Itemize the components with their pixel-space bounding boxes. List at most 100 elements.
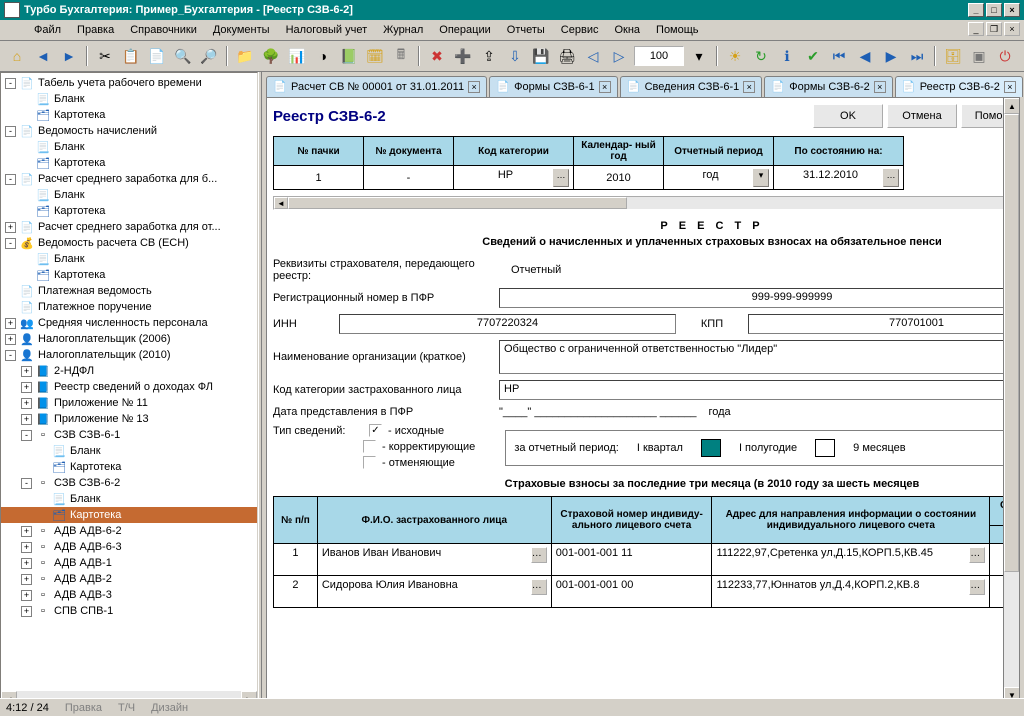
tree-item[interactable]: +▫АДВ АДВ-1 <box>1 555 257 571</box>
zoom-combo[interactable] <box>634 46 684 66</box>
tree-item[interactable]: 📄Платежная ведомость <box>1 283 257 299</box>
pv-docno[interactable]: - <box>364 166 454 190</box>
copy-icon[interactable]: 📋 <box>120 45 142 67</box>
menu-docs[interactable]: Документы <box>205 22 278 38</box>
cell-fio[interactable]: Сидорова Юлия Ивановна… <box>317 576 551 608</box>
fwd-icon[interactable]: ► <box>58 45 80 67</box>
refresh-icon[interactable]: ↻ <box>750 45 772 67</box>
menu-file[interactable]: Файл <box>26 22 69 38</box>
tree-item[interactable]: -▫СЗВ СЗВ-6-2 <box>1 475 257 491</box>
period-kv[interactable] <box>701 439 721 457</box>
tree-item[interactable]: 📃Бланк <box>1 91 257 107</box>
chart-icon[interactable]: 📊 <box>286 45 308 67</box>
expand-icon[interactable]: + <box>21 398 32 409</box>
zoomdrop-icon[interactable]: ▾ <box>688 45 710 67</box>
tab-close-icon[interactable]: × <box>1004 81 1016 93</box>
menu-refs[interactable]: Справочники <box>122 22 205 38</box>
params-hscroll[interactable]: ◄► <box>273 196 1020 210</box>
expand-icon[interactable]: + <box>21 366 32 377</box>
tree-item[interactable]: +📘2-НДФЛ <box>1 363 257 379</box>
expand-icon[interactable]: - <box>5 238 16 249</box>
menu-reports[interactable]: Отчеты <box>499 22 553 38</box>
expand-icon[interactable]: + <box>21 382 32 393</box>
next-icon[interactable]: ▷ <box>608 45 630 67</box>
cell-addr[interactable]: 112233,77,Юннатов ул,Д.4,КОРП.2,КВ.8… <box>712 576 990 608</box>
expand-icon[interactable]: + <box>21 558 32 569</box>
pv-packno[interactable]: 1 <box>274 166 364 190</box>
expand-icon[interactable]: + <box>5 318 16 329</box>
tree-item[interactable]: +▫АДВ АДВ-6-2 <box>1 523 257 539</box>
fld-kpp[interactable]: 770701001 <box>748 314 1020 334</box>
lookup-icon[interactable]: … <box>531 579 547 595</box>
mdi-minimize[interactable]: _ <box>968 22 984 36</box>
tree-item[interactable]: +📘Реестр сведений о доходах ФЛ <box>1 379 257 395</box>
period-pol[interactable] <box>815 439 835 457</box>
home-icon[interactable]: ⌂ <box>6 45 28 67</box>
tab[interactable]: 📄Реестр СЗВ-6-2× <box>895 76 1023 97</box>
info-icon[interactable]: ℹ <box>776 45 798 67</box>
chk-iskh[interactable]: ✓ <box>369 424 382 437</box>
menu-journal[interactable]: Журнал <box>375 22 431 38</box>
find-icon[interactable]: 🔍 <box>172 45 194 67</box>
cell-fio[interactable]: Иванов Иван Иванович… <box>317 544 551 576</box>
expand-icon[interactable]: - <box>5 126 16 137</box>
expand-icon[interactable]: + <box>21 414 32 425</box>
tree-icon[interactable]: 🌳 <box>260 45 282 67</box>
tab-close-icon[interactable]: × <box>743 81 755 93</box>
cancel-button[interactable]: Отмена <box>887 104 957 128</box>
save-icon[interactable]: 💾 <box>530 45 552 67</box>
minimize-button[interactable]: _ <box>968 3 984 17</box>
menu-tax[interactable]: Налоговый учет <box>278 22 376 38</box>
check-icon[interactable]: ✔ <box>802 45 824 67</box>
first-icon[interactable]: ⏮ <box>828 45 850 67</box>
pv-cat[interactable]: НР… <box>454 166 574 190</box>
mdi-close[interactable]: × <box>1004 22 1020 36</box>
tree-item[interactable]: -📄Табель учета рабочего времени <box>1 75 257 91</box>
lookup-icon[interactable]: … <box>969 547 985 563</box>
expand-icon[interactable]: + <box>21 606 32 617</box>
window-icon[interactable]: ▣ <box>968 45 990 67</box>
tree-item[interactable]: 🗂Картотека <box>1 107 257 123</box>
vscroll[interactable]: ▲ ▼ <box>1003 98 1019 703</box>
tree-item[interactable]: +📄Расчет среднего заработка для от... <box>1 219 257 235</box>
tab[interactable]: 📄Формы СЗВ-6-2× <box>764 76 893 97</box>
lookup-icon[interactable]: … <box>969 579 985 595</box>
pv-year[interactable]: 2010 <box>574 166 664 190</box>
tree-item[interactable]: 📃Бланк <box>1 187 257 203</box>
print-icon[interactable]: 🖨 <box>556 45 578 67</box>
back-icon[interactable]: ◄ <box>32 45 54 67</box>
date-blank[interactable]: "____" ____________________ ______ <box>499 406 696 418</box>
findnext-icon[interactable]: 🔎 <box>198 45 220 67</box>
exit-icon[interactable]: ⏻ <box>994 45 1016 67</box>
star-icon[interactable]: ☀ <box>724 45 746 67</box>
ok-button[interactable]: OK <box>813 104 883 128</box>
calc-icon[interactable]: 🗓 <box>364 45 386 67</box>
chk-korr[interactable] <box>363 440 376 453</box>
lookup-icon[interactable]: … <box>531 547 547 563</box>
paste-icon[interactable]: 📄 <box>146 45 168 67</box>
tree-item[interactable]: -📄Расчет среднего заработка для б... <box>1 171 257 187</box>
pie-icon[interactable]: ◑ <box>312 45 334 67</box>
tree-item[interactable]: 🗂Картотека <box>1 267 257 283</box>
menu-edit[interactable]: Правка <box>69 22 122 38</box>
next2-icon[interactable]: ▶ <box>880 45 902 67</box>
maximize-button[interactable]: □ <box>986 3 1002 17</box>
docs-icon[interactable]: 📁 <box>234 45 256 67</box>
import-icon[interactable]: ⇩ <box>504 45 526 67</box>
tab-close-icon[interactable]: × <box>874 81 886 93</box>
pv-date[interactable]: 31.12.2010… <box>774 166 904 190</box>
menu-windows[interactable]: Окна <box>606 22 648 38</box>
tree-item[interactable]: -💰Ведомость расчета СВ (ЕСН) <box>1 235 257 251</box>
cell-addr[interactable]: 111222,97,Сретенка ул,Д.15,КОРП.5,КВ.45… <box>712 544 990 576</box>
tree-item[interactable]: 🗂Картотека <box>1 459 257 475</box>
tree-item[interactable]: -📄Ведомость начислений <box>1 123 257 139</box>
tree-item[interactable]: +▫АДВ АДВ-6-3 <box>1 539 257 555</box>
tree-item[interactable]: -👤Налогоплательщик (2010) <box>1 347 257 363</box>
mdi-restore[interactable]: ❐ <box>986 22 1002 36</box>
expand-icon[interactable]: - <box>5 350 16 361</box>
tree-item[interactable]: 🗂Картотека <box>1 203 257 219</box>
expand-icon[interactable]: + <box>5 334 16 345</box>
tree-item[interactable]: +▫АДВ АДВ-2 <box>1 571 257 587</box>
tab[interactable]: 📄Расчет СВ № 00001 от 31.01.2011× <box>266 76 487 97</box>
cell-ins[interactable]: 001-001-001 00 <box>551 576 712 608</box>
